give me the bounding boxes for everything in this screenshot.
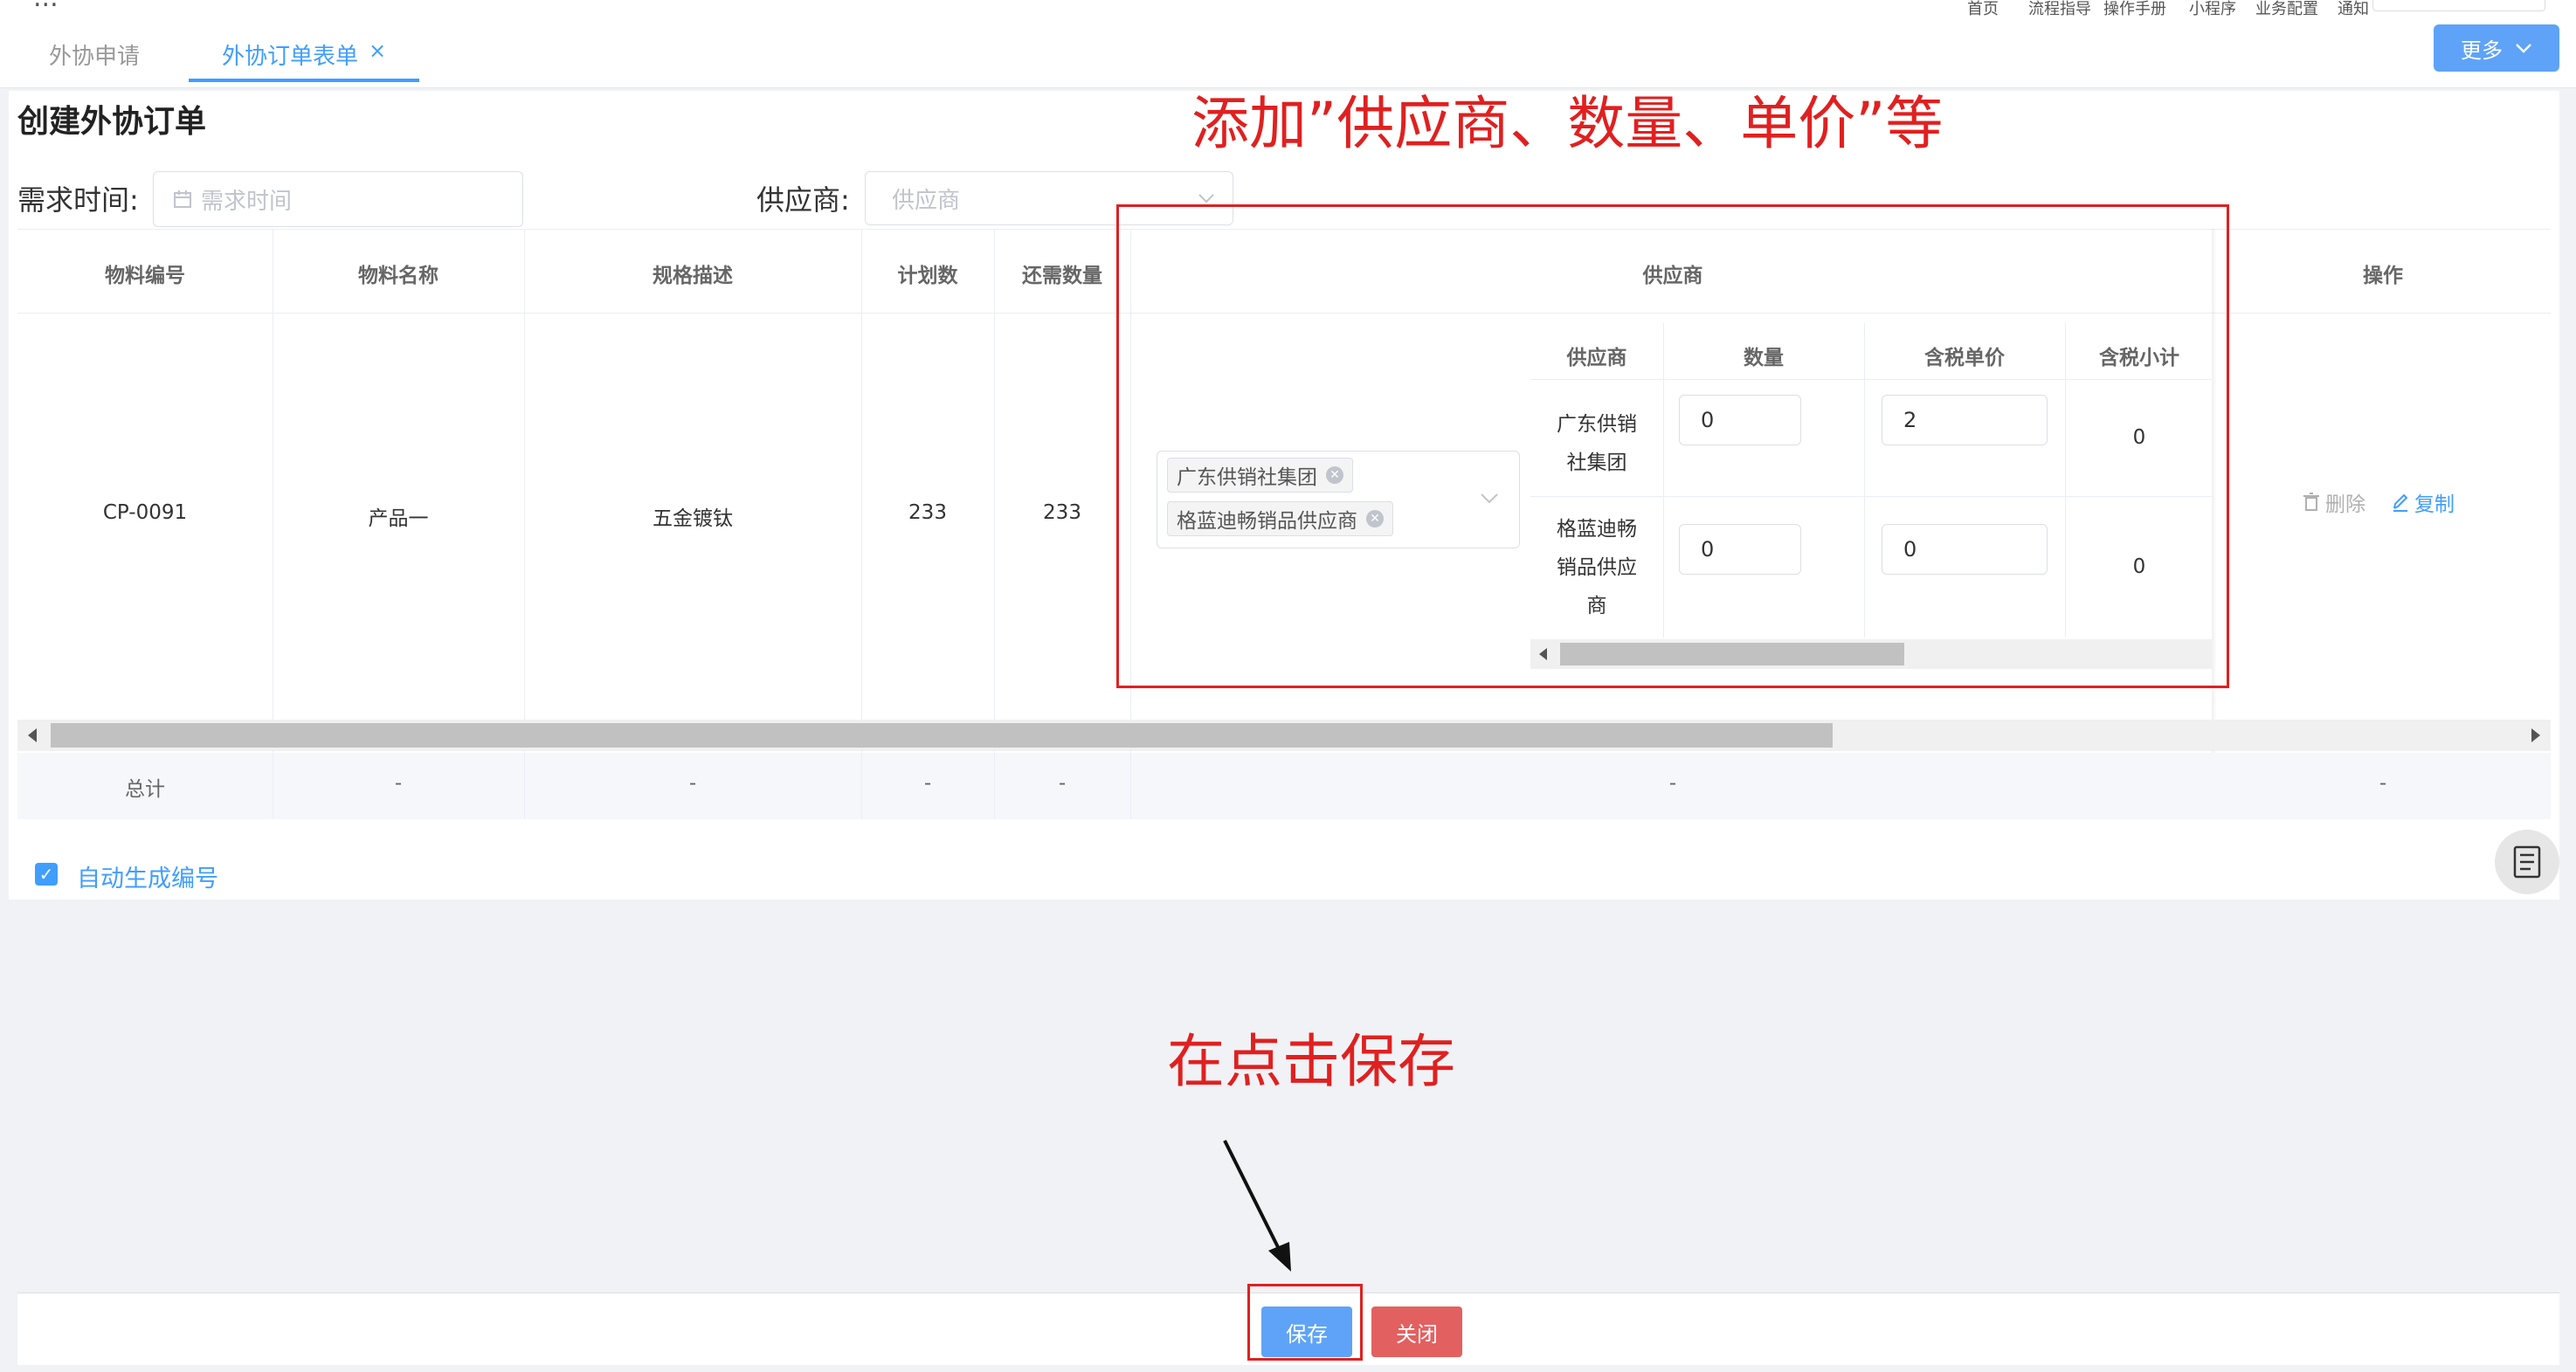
- more-button[interactable]: 更多: [2434, 24, 2559, 72]
- nav-mini-program[interactable]: 小程序: [2189, 0, 2236, 19]
- delete-action[interactable]: 删除: [2303, 487, 2365, 517]
- demand-time-placeholder: 需求时间: [201, 188, 293, 215]
- table-scrollbar-thumb[interactable]: [51, 723, 1833, 748]
- header-material-name: 物料名称: [358, 265, 439, 287]
- header-actions: 操作: [2363, 265, 2403, 287]
- total-cell: -: [2379, 772, 2387, 795]
- chevron-down-icon: [1198, 194, 1214, 203]
- tab-outsourcing-request[interactable]: 外协申请: [49, 38, 140, 71]
- auto-number-label[interactable]: 自动生成编号: [77, 859, 218, 893]
- nav-process-guide[interactable]: 流程指导: [2028, 0, 2091, 19]
- active-tab-indicator: [189, 79, 419, 82]
- calendar-icon: [174, 190, 191, 208]
- chevron-down-icon: [2516, 44, 2531, 53]
- document-icon: [2513, 845, 2541, 879]
- supplier-filter-placeholder: 供应商: [892, 187, 961, 214]
- annotation-top-text: 添加”供应商、数量、单价”等: [1191, 90, 1944, 157]
- nav-home[interactable]: 首页: [1967, 0, 1999, 19]
- annotation-bottom-text: 在点击保存: [1167, 1028, 1455, 1095]
- close-button[interactable]: 关闭: [1371, 1307, 1462, 1357]
- page-title: 创建外协订单: [17, 104, 207, 140]
- delete-label: 删除: [2325, 493, 2365, 516]
- trash-icon: [2303, 493, 2319, 511]
- total-label: 总计: [125, 778, 165, 801]
- copy-action[interactable]: 复制: [2392, 487, 2455, 517]
- total-cell: -: [1058, 772, 1067, 795]
- nav-notifications[interactable]: 通知: [2338, 0, 2369, 19]
- total-cell: -: [1668, 772, 1677, 795]
- tab-close-icon[interactable]: ×: [369, 38, 386, 63]
- total-cell: -: [923, 772, 932, 795]
- total-cell: -: [394, 772, 403, 795]
- header-plan: 计划数: [897, 265, 958, 287]
- edit-icon: [2393, 493, 2408, 512]
- demand-time-input[interactable]: 需求时间: [153, 171, 523, 227]
- document-float-button[interactable]: [2495, 830, 2559, 894]
- annotation-arrow-icon: [1223, 1140, 1291, 1272]
- cell-material-code: CP-0091: [102, 501, 188, 524]
- scroll-right-arrow-icon[interactable]: [2531, 728, 2540, 742]
- user-dropdown-box[interactable]: [2372, 0, 2545, 11]
- cell-plan: 233: [908, 501, 947, 524]
- annotation-highlight-box: [1116, 204, 2229, 688]
- nav-business-config[interactable]: 业务配置: [2255, 0, 2318, 19]
- menu-dots-icon[interactable]: ...: [33, 0, 59, 13]
- header-spec: 规格描述: [653, 265, 733, 287]
- cell-spec: 五金镀钛: [653, 507, 733, 530]
- more-button-label: 更多: [2461, 38, 2503, 63]
- demand-time-label: 需求时间:: [17, 183, 139, 217]
- copy-label: 复制: [2414, 493, 2455, 516]
- auto-number-checkbox[interactable]: ✓: [35, 863, 58, 886]
- cell-material-name: 产品一: [368, 507, 429, 530]
- tab-outsourcing-order-form[interactable]: 外协订单表单: [222, 38, 358, 71]
- cell-remaining: 233: [1043, 501, 1081, 524]
- total-cell: -: [688, 772, 697, 795]
- save-button[interactable]: 保存: [1261, 1307, 1352, 1357]
- header-remaining: 还需数量: [1022, 265, 1102, 287]
- scroll-left-arrow-icon[interactable]: [28, 728, 37, 742]
- nav-manual[interactable]: 操作手册: [2103, 0, 2166, 19]
- supplier-filter-label: 供应商:: [756, 183, 850, 217]
- header-material-code: 物料编号: [105, 265, 185, 287]
